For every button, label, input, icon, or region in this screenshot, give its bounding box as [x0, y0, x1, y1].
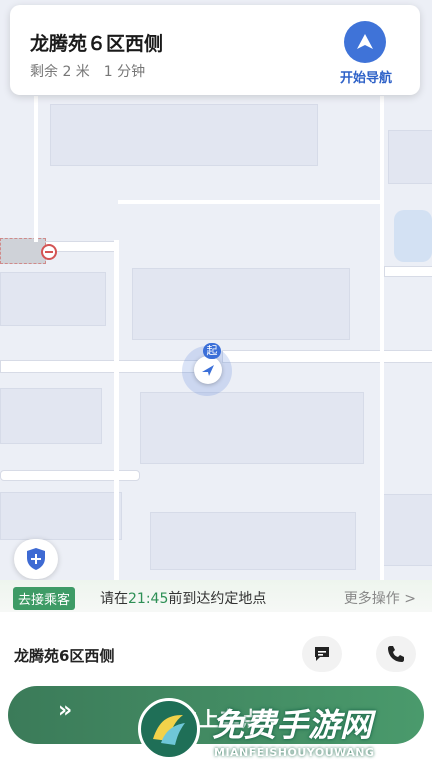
- map-road: [0, 238, 46, 264]
- watermark-logo-icon: [138, 698, 200, 760]
- watermark-subtitle: MIANFEISHOUYOUWANG: [214, 746, 375, 759]
- map-building: [0, 388, 102, 444]
- start-navigation-button[interactable]: 开始导航: [330, 21, 402, 87]
- remaining-distance-time: 剩余 2 米 1 分钟: [30, 64, 146, 80]
- phone-button[interactable]: [376, 636, 416, 672]
- navigation-arrow-icon: [344, 21, 386, 63]
- pickup-badge: 去接乘客: [13, 587, 76, 610]
- instruction-suffix: 前到达约定地点: [168, 591, 267, 607]
- map-road: [384, 266, 432, 277]
- map-building: [140, 392, 364, 464]
- map-road: [118, 200, 382, 204]
- phone-icon: [388, 646, 404, 662]
- pickup-time: 21:45: [128, 591, 169, 607]
- map-road: [0, 360, 202, 373]
- more-actions-link[interactable]: 更多操作 >: [344, 588, 416, 608]
- destination-label: 龙腾苑6区西侧: [14, 647, 115, 665]
- start-navigation-label: 开始导航: [339, 71, 392, 86]
- map-road: [114, 240, 119, 600]
- map-building: [0, 272, 106, 326]
- start-marker: 起: [203, 343, 221, 359]
- map-water: [394, 210, 432, 262]
- message-button[interactable]: [302, 636, 342, 672]
- map-building: [150, 512, 356, 570]
- map-road: [34, 96, 38, 242]
- destination-title: 龙腾苑６区西侧: [30, 33, 164, 55]
- map-building: [388, 130, 432, 184]
- map-building: [380, 494, 432, 566]
- map-building: [132, 268, 350, 340]
- map-road: [0, 470, 140, 481]
- current-location-icon: [194, 356, 222, 384]
- no-entry-icon: [41, 244, 57, 260]
- message-icon: [315, 647, 329, 661]
- pickup-instruction: 请在21:45前到达约定地点: [100, 588, 266, 608]
- navigation-card: 龙腾苑６区西侧 剩余 2 米 1 分钟 开始导航: [10, 5, 420, 95]
- map-building: [0, 492, 122, 540]
- shield-plus-icon: [27, 548, 45, 570]
- map-building: [50, 104, 318, 166]
- map-road: [222, 350, 432, 363]
- double-chevron-right-icon: »: [58, 698, 73, 723]
- watermark-title: 免费手游网: [212, 706, 373, 744]
- map-road: [380, 96, 384, 600]
- safety-shield-button[interactable]: [14, 539, 58, 579]
- instruction-prefix: 请在: [100, 591, 128, 607]
